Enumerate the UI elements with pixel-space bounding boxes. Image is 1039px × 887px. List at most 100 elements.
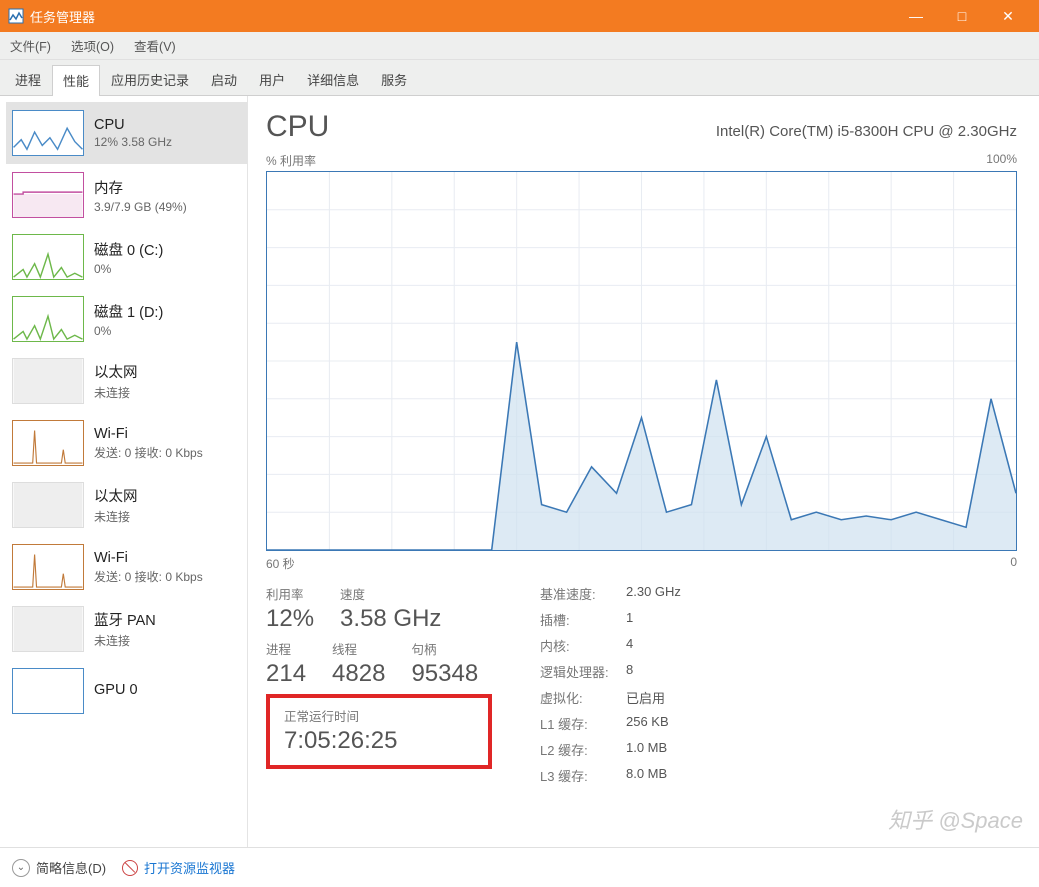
spec-key: L3 缓存: <box>540 766 626 785</box>
sidebar-item-7[interactable]: Wi-Fi 发送: 0 接收: 0 Kbps <box>6 536 247 598</box>
uptime-label: 正常运行时间 <box>284 706 474 725</box>
footer: ⌄ 简略信息(D) 打开资源监视器 <box>0 847 1039 887</box>
sidebar-thumb <box>12 234 84 280</box>
content: CPU12% 3.58 GHz 内存 3.9/7.9 GB (49%) 磁盘 0 (C… <box>0 96 1039 847</box>
spec-row-1: 插槽:1 <box>540 610 681 629</box>
sidebar-item-8[interactable]: 蓝牙 PAN未连接 <box>6 598 247 660</box>
spec-value: 256 KB <box>626 714 669 733</box>
tab-0[interactable]: 进程 <box>4 64 52 95</box>
spec-row-5: L1 缓存:256 KB <box>540 714 681 733</box>
tab-2[interactable]: 应用历史记录 <box>100 64 200 95</box>
stats: 利用率 12% 速度 3.58 GHz 进程 214 线程 48 <box>266 584 1017 792</box>
sidebar-thumb <box>12 606 84 652</box>
speed-label: 速度 <box>340 584 441 603</box>
tab-6[interactable]: 服务 <box>370 64 418 95</box>
sidebar-item-9[interactable]: GPU 0 <box>6 660 247 722</box>
spec-value: 1 <box>626 610 633 629</box>
sidebar-item-sub: 未连接 <box>94 508 138 525</box>
titlebar: 任务管理器 — □ ✕ <box>0 0 1039 32</box>
spec-key: 虚拟化: <box>540 688 626 707</box>
sidebar[interactable]: CPU12% 3.58 GHz 内存 3.9/7.9 GB (49%) 磁盘 0 (C… <box>0 96 248 847</box>
close-button[interactable]: ✕ <box>985 0 1031 32</box>
spec-key: 内核: <box>540 636 626 655</box>
spec-key: 基准速度: <box>540 584 626 603</box>
sidebar-item-2[interactable]: 磁盘 0 (C:) 0% <box>6 226 247 288</box>
sidebar-item-4[interactable]: 以太网未连接 <box>6 350 247 412</box>
sidebar-item-1[interactable]: 内存 3.9/7.9 GB (49%) <box>6 164 247 226</box>
menubar: 文件(F) 选项(O) 查看(V) <box>0 32 1039 60</box>
sidebar-thumb <box>12 544 84 590</box>
spec-row-3: 逻辑处理器:8 <box>540 662 681 681</box>
spec-row-4: 虚拟化:已启用 <box>540 688 681 707</box>
sidebar-item-title: Wi-Fi <box>94 550 203 566</box>
chevron-down-icon: ⌄ <box>12 859 30 877</box>
menu-options[interactable]: 选项(O) <box>67 33 118 58</box>
resmon-label: 打开资源监视器 <box>144 858 235 877</box>
tab-5[interactable]: 详细信息 <box>296 64 370 95</box>
sidebar-thumb <box>12 482 84 528</box>
spec-key: 逻辑处理器: <box>540 662 626 681</box>
minimize-button[interactable]: — <box>893 0 939 32</box>
sidebar-item-title: 以太网 <box>94 485 138 506</box>
sidebar-item-title: 以太网 <box>94 361 138 382</box>
spec-row-7: L3 缓存:8.0 MB <box>540 766 681 785</box>
sidebar-item-title: 内存 <box>94 177 187 198</box>
specs: 基准速度:2.30 GHz插槽:1内核:4逻辑处理器:8虚拟化:已启用L1 缓存… <box>540 584 681 792</box>
tab-3[interactable]: 启动 <box>200 64 248 95</box>
util-axis-label: % 利用率 <box>266 152 316 169</box>
sidebar-item-3[interactable]: 磁盘 1 (D:) 0% <box>6 288 247 350</box>
sidebar-item-6[interactable]: 以太网未连接 <box>6 474 247 536</box>
tab-4[interactable]: 用户 <box>248 64 296 95</box>
sidebar-thumb <box>12 358 84 404</box>
main-panel: CPU Intel(R) Core(TM) i5-8300H CPU @ 2.3… <box>248 96 1039 847</box>
spec-value: 已启用 <box>626 688 665 707</box>
spec-row-2: 内核:4 <box>540 636 681 655</box>
sidebar-item-0[interactable]: CPU12% 3.58 GHz <box>6 102 247 164</box>
proc-value: 214 <box>266 660 306 688</box>
sidebar-thumb <box>12 420 84 466</box>
sidebar-item-sub: 未连接 <box>94 384 138 401</box>
spec-key: 插槽: <box>540 610 626 629</box>
proc-label: 进程 <box>266 639 306 658</box>
resource-monitor-link[interactable]: 打开资源监视器 <box>122 858 235 877</box>
cpu-chart <box>266 171 1017 551</box>
handle-label: 句柄 <box>411 639 478 658</box>
spec-value: 8 <box>626 662 633 681</box>
spec-row-0: 基准速度:2.30 GHz <box>540 584 681 603</box>
cpu-name: Intel(R) Core(TM) i5-8300H CPU @ 2.30GHz <box>716 123 1017 140</box>
tab-1[interactable]: 性能 <box>52 65 100 96</box>
sidebar-item-sub: 0% <box>94 324 163 338</box>
collapse-label: 简略信息(D) <box>36 858 106 877</box>
sidebar-item-sub: 3.9/7.9 GB (49%) <box>94 200 187 214</box>
sidebar-item-sub: 发送: 0 接收: 0 Kbps <box>94 568 203 585</box>
sidebar-item-sub: 发送: 0 接收: 0 Kbps <box>94 444 203 461</box>
x-axis-right: 0 <box>1010 555 1017 572</box>
menu-file[interactable]: 文件(F) <box>6 33 55 58</box>
sidebar-thumb <box>12 110 84 156</box>
sidebar-item-sub: 0% <box>94 262 163 276</box>
spec-value: 8.0 MB <box>626 766 667 785</box>
speed-value: 3.58 GHz <box>340 605 441 633</box>
sidebar-item-5[interactable]: Wi-Fi 发送: 0 接收: 0 Kbps <box>6 412 247 474</box>
window-title: 任务管理器 <box>30 7 893 26</box>
tab-bar: 进程性能应用历史记录启动用户详细信息服务 <box>0 60 1039 96</box>
menu-view[interactable]: 查看(V) <box>130 33 180 58</box>
util-label: 利用率 <box>266 584 314 603</box>
maximize-button[interactable]: □ <box>939 0 985 32</box>
collapse-button[interactable]: ⌄ 简略信息(D) <box>12 858 106 877</box>
spec-row-6: L2 缓存:1.0 MB <box>540 740 681 759</box>
sidebar-thumb <box>12 296 84 342</box>
sidebar-item-title: 磁盘 0 (C:) <box>94 239 163 260</box>
sidebar-item-title: Wi-Fi <box>94 426 203 442</box>
x-axis-left: 60 秒 <box>266 555 295 572</box>
resmon-icon <box>122 860 138 876</box>
sidebar-thumb <box>12 668 84 714</box>
spec-value: 2.30 GHz <box>626 584 681 603</box>
thread-value: 4828 <box>332 660 385 688</box>
spec-value: 1.0 MB <box>626 740 667 759</box>
sidebar-item-title: 磁盘 1 (D:) <box>94 301 163 322</box>
spec-key: L2 缓存: <box>540 740 626 759</box>
spec-value: 4 <box>626 636 633 655</box>
sidebar-item-sub: 未连接 <box>94 632 156 649</box>
sidebar-item-sub: 12% 3.58 GHz <box>94 135 172 149</box>
